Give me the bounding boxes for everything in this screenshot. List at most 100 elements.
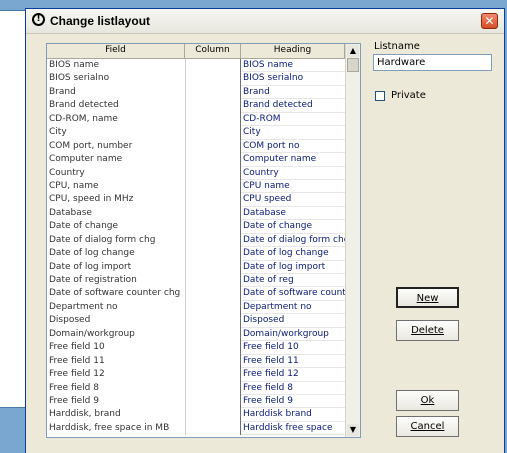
private-option[interactable]: Private (375, 90, 426, 101)
cell-heading[interactable]: COM port no (241, 140, 345, 154)
table-row[interactable]: Brand detected Brand detected (47, 99, 345, 113)
table-row[interactable]: Date of software counter chg Date of soft… (47, 287, 345, 301)
cell-heading[interactable]: Disposed (241, 314, 345, 328)
delete-button[interactable]: Delete (396, 320, 459, 341)
cell-heading[interactable]: Brand (241, 86, 345, 100)
cell-column[interactable] (185, 153, 241, 167)
table-row[interactable]: Domain/workgroup Domain/workgroup (47, 327, 345, 342)
table-row[interactable]: Brand Brand (47, 85, 345, 100)
private-checkbox[interactable] (375, 90, 385, 101)
cell-column[interactable] (185, 220, 241, 234)
cell-heading[interactable]: City (241, 126, 345, 140)
table-row[interactable]: Free field 10 Free field 10 (47, 341, 345, 355)
cell-column[interactable] (185, 247, 241, 261)
header-field[interactable]: Field (47, 44, 185, 58)
arrow-down-icon[interactable]: ▼ (347, 424, 359, 436)
scrollbar-thumb[interactable] (347, 58, 359, 72)
arrow-up-icon[interactable]: ▲ (347, 45, 359, 57)
vertical-scrollbar[interactable]: ▲ ▼ (345, 44, 360, 437)
table-row[interactable]: Date of registration Date of reg (47, 274, 345, 288)
cell-column[interactable] (185, 59, 241, 73)
cell-column[interactable] (185, 139, 241, 154)
cell-heading[interactable]: CPU name (241, 180, 345, 194)
table-row[interactable]: Harddisk, free space in MB Harddisk free … (47, 421, 345, 436)
cell-column[interactable] (185, 233, 241, 248)
cell-column[interactable] (185, 260, 241, 274)
table-row[interactable]: City City (47, 126, 345, 140)
cell-heading[interactable]: Domain/workgroup (241, 328, 345, 342)
cell-column[interactable] (185, 341, 241, 355)
header-column[interactable]: Column (185, 44, 241, 58)
cell-column[interactable] (185, 99, 241, 113)
table-row[interactable]: Disposed Disposed (47, 314, 345, 328)
field-grid[interactable]: Field Column Heading BIOS name BIOS name B… (46, 43, 361, 438)
cell-heading[interactable]: BIOS name (241, 59, 345, 73)
table-row[interactable]: Date of change Date of change (47, 220, 345, 234)
table-row[interactable]: Free field 11 Free field 11 (47, 354, 345, 369)
cell-column[interactable] (185, 85, 241, 100)
cell-heading[interactable]: Free field 10 (241, 341, 345, 355)
table-row[interactable]: BIOS serialno BIOS serialno (47, 72, 345, 86)
cell-column[interactable] (185, 354, 241, 369)
cell-heading[interactable]: Country (241, 167, 345, 180)
table-row[interactable]: Free field 9 Free field 9 (47, 394, 345, 409)
cell-column[interactable] (185, 327, 241, 342)
table-row[interactable]: Free field 12 Free field 12 (47, 368, 345, 382)
cell-heading[interactable]: Date of log change (241, 247, 345, 261)
cell-column[interactable] (185, 274, 241, 288)
listname-input[interactable]: Hardware (373, 54, 492, 71)
close-button[interactable]: ✕ (481, 13, 498, 29)
cell-heading[interactable]: CPU speed (241, 193, 345, 207)
table-row[interactable]: CPU, speed in MHz CPU speed (47, 193, 345, 207)
cell-heading[interactable]: Database (241, 207, 345, 221)
cell-heading[interactable]: Harddisk brand (241, 408, 345, 422)
cell-heading[interactable]: Brand detected (241, 99, 345, 113)
cell-heading[interactable]: CD-ROM (241, 113, 345, 127)
table-row[interactable]: Date of dialog form chg Date of dialog fo… (47, 233, 345, 248)
header-heading[interactable]: Heading (241, 44, 345, 58)
table-row[interactable]: Date of log change Date of log change (47, 247, 345, 261)
cell-column[interactable] (185, 421, 241, 436)
cell-column[interactable] (185, 381, 241, 395)
cell-column[interactable] (185, 72, 241, 86)
cell-heading[interactable]: Date of reg (241, 274, 345, 288)
new-button[interactable]: New (396, 287, 459, 308)
cell-column[interactable] (185, 408, 241, 422)
cell-column[interactable] (185, 314, 241, 328)
cell-column[interactable] (185, 287, 241, 301)
table-row[interactable]: CD-ROM, name CD-ROM (47, 112, 345, 127)
table-row[interactable]: COM port, number COM port no (47, 139, 345, 154)
cell-heading[interactable]: Free field 9 (241, 395, 345, 409)
table-row[interactable]: Department no Department no (47, 300, 345, 315)
cell-heading[interactable]: Free field 8 (241, 382, 345, 395)
cell-heading[interactable]: Date of log import (241, 261, 345, 274)
cell-heading[interactable]: Department no (241, 301, 345, 315)
table-row[interactable]: Harddisk, brand Harddisk brand (47, 408, 345, 422)
cell-heading[interactable]: Free field 11 (241, 355, 345, 369)
cell-heading[interactable]: Computer name (241, 153, 345, 167)
cell-heading[interactable]: Date of dialog form chg (241, 234, 345, 248)
cell-column[interactable] (185, 300, 241, 315)
cell-column[interactable] (185, 112, 241, 127)
cancel-button[interactable]: Cancel (396, 416, 459, 437)
cell-column[interactable] (185, 126, 241, 140)
table-row[interactable]: Computer name Computer name (47, 153, 345, 167)
cell-heading[interactable]: Date of software counter (241, 287, 345, 301)
cell-column[interactable] (185, 179, 241, 194)
table-row[interactable]: BIOS name BIOS name (47, 59, 345, 73)
table-row[interactable]: Country Country (47, 166, 345, 180)
cell-heading[interactable]: Harddisk free space (241, 422, 345, 436)
cell-column[interactable] (185, 206, 241, 221)
cell-heading[interactable]: Date of change (241, 220, 345, 234)
cell-column[interactable] (185, 368, 241, 382)
cell-heading[interactable]: BIOS serialno (241, 72, 345, 86)
table-row[interactable]: CPU, name CPU name (47, 179, 345, 194)
table-row[interactable]: Date of log import Date of log import (47, 260, 345, 274)
ok-button[interactable]: Ok (396, 390, 459, 411)
cell-column[interactable] (185, 394, 241, 409)
cell-column[interactable] (185, 166, 241, 180)
cell-heading[interactable]: Free field 12 (241, 368, 345, 382)
cell-column[interactable] (185, 193, 241, 207)
table-row[interactable]: Free field 8 Free field 8 (47, 381, 345, 395)
table-row[interactable]: Database Database (47, 206, 345, 221)
